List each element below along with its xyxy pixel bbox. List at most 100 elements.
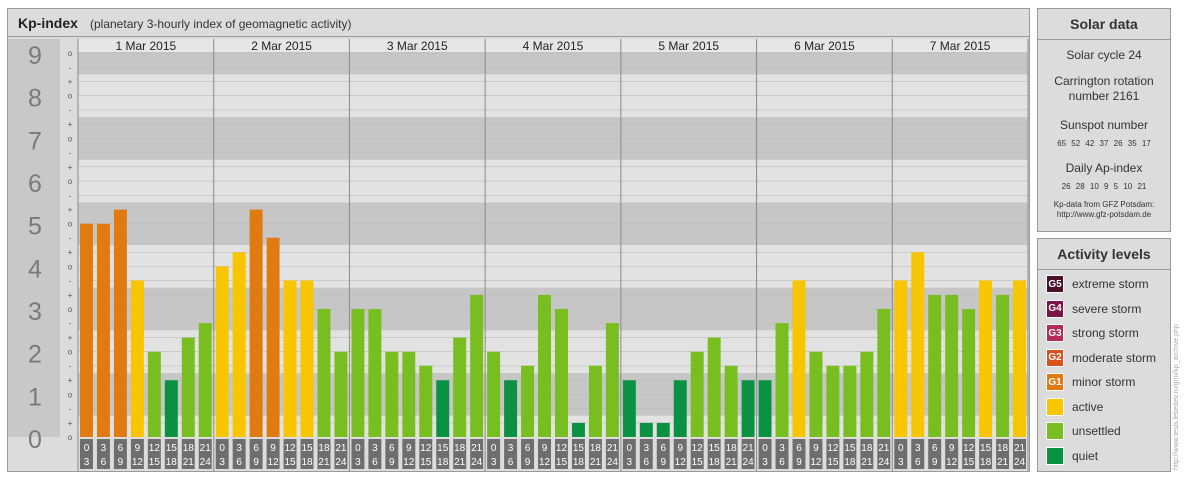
interval-start-label: 9 [813, 443, 819, 454]
y-minor-label: + [68, 419, 73, 428]
interval-start-label: 0 [762, 443, 768, 454]
interval-end-label: 24 [200, 457, 212, 468]
kp-bar [470, 294, 484, 437]
interval-start-label: 9 [542, 443, 548, 454]
interval-end-label: 24 [878, 457, 890, 468]
y-tick-label: 5 [28, 213, 42, 241]
y-minor-label: o [68, 433, 73, 442]
data-source-text: Kp-data from GFZ Potsdam: [1053, 200, 1155, 209]
interval-end-label: 24 [743, 457, 755, 468]
kp-bar [113, 209, 127, 437]
interval-end-label: 3 [898, 457, 904, 468]
solar-cycle: Solar cycle 24 [1066, 48, 1142, 62]
legend-item: G3 strong storm [1046, 324, 1139, 342]
legend-item: G5 extreme storm [1046, 275, 1149, 293]
interval-start-label: 21 [335, 443, 347, 454]
y-minor-label: o [68, 220, 73, 229]
interval-end-label: 15 [420, 457, 432, 468]
kp-bar [164, 380, 178, 437]
kp-bar [826, 365, 840, 437]
interval-end-label: 21 [318, 457, 330, 468]
legend-item: active [1046, 397, 1103, 416]
kp-bar [877, 309, 891, 437]
interval-start-label: 3 [101, 443, 107, 454]
interval-start-label: 18 [590, 443, 602, 454]
y-minor-label: + [68, 376, 73, 385]
kp-bar [979, 280, 993, 437]
legend-label: extreme storm [1072, 277, 1149, 291]
y-minor-label: + [68, 163, 73, 172]
kp-bar [130, 280, 144, 437]
legend-swatch: G5 [1046, 275, 1064, 293]
y-tick-label: 1 [28, 383, 42, 411]
legend-item: unsettled [1046, 422, 1121, 440]
interval-start-label: 9 [406, 443, 412, 454]
day-label: 7 Mar 2015 [930, 39, 991, 53]
y-minor-label: - [69, 106, 72, 115]
kp-bar [80, 223, 93, 437]
interval-start-label: 0 [627, 443, 633, 454]
kp-bar [911, 252, 925, 437]
carrington-rotation: Carrington rotation number 2161 [1054, 74, 1154, 103]
day-label: 6 Mar 2015 [794, 39, 855, 53]
interval-end-label: 12 [539, 457, 551, 468]
interval-start-label: 15 [166, 443, 178, 454]
interval-start-label: 6 [932, 443, 938, 454]
interval-start-label: 18 [861, 443, 873, 454]
interval-start-label: 3 [236, 443, 242, 454]
kp-bar [334, 351, 348, 437]
kp-index-panel: Kp-index (planetary 3-hourly index of ge… [7, 8, 1030, 472]
kp-bar [996, 294, 1010, 437]
kp-bar [283, 280, 297, 437]
y-minor-label: + [68, 205, 73, 214]
interval-start-label: 15 [437, 443, 449, 454]
interval-end-label: 6 [372, 457, 378, 468]
y-tick-label: 3 [28, 298, 42, 326]
kp-bar [317, 309, 331, 437]
interval-end-label: 18 [573, 457, 585, 468]
legend-label: severe storm [1072, 301, 1142, 316]
interval-end-label: 24 [1014, 457, 1026, 468]
sunspot-values: 65 52 42 37 26 35 17 [1057, 139, 1151, 148]
interval-end-label: 6 [915, 457, 921, 468]
kp-bar [436, 380, 450, 437]
y-minor-label: o [68, 305, 73, 314]
interval-start-label: 3 [644, 443, 650, 454]
interval-start-label: 15 [844, 443, 856, 454]
y-tick-label: 6 [28, 170, 42, 198]
interval-start-label: 3 [779, 443, 785, 454]
interval-start-label: 18 [454, 443, 466, 454]
legend-swatch: G4 [1046, 299, 1064, 318]
legend-item: quiet [1046, 446, 1099, 465]
interval-start-label: 21 [607, 443, 619, 454]
interval-end-label: 15 [556, 457, 568, 468]
y-minor-label: o [68, 348, 73, 357]
kp-bar [843, 365, 857, 437]
legend-swatch [1046, 422, 1064, 440]
ap-index-title: Daily Ap-index [1065, 161, 1143, 175]
interval-start-label: 21 [471, 443, 483, 454]
y-minor-label: - [69, 234, 72, 243]
interval-start-label: 6 [253, 443, 259, 454]
interval-start-label: 0 [898, 443, 904, 454]
solar-data-title: Solar data [1038, 9, 1170, 40]
y-tick-label: 8 [28, 85, 42, 113]
legend-label: unsettled [1072, 424, 1121, 438]
ap-index-values: 26 28 10 9 5 10 21 [1061, 182, 1147, 191]
interval-start-label: 0 [219, 443, 225, 454]
kp-bar [181, 337, 195, 437]
interval-end-label: 3 [355, 457, 361, 468]
interval-end-label: 9 [118, 457, 124, 468]
interval-end-label: 18 [166, 457, 178, 468]
data-source-url[interactable]: http://www.gfz-potsdam.de [1038, 210, 1170, 220]
kp-bar [538, 294, 551, 437]
interval-start-label: 6 [525, 443, 531, 454]
kp-bar [571, 422, 585, 437]
interval-end-label: 9 [525, 457, 531, 468]
y-minor-label: - [69, 319, 72, 328]
interval-end-label: 21 [726, 457, 738, 468]
kp-bar [368, 309, 382, 437]
interval-end-label: 24 [607, 457, 619, 468]
kp-bar [453, 337, 467, 437]
legend-label: quiet [1072, 448, 1099, 463]
